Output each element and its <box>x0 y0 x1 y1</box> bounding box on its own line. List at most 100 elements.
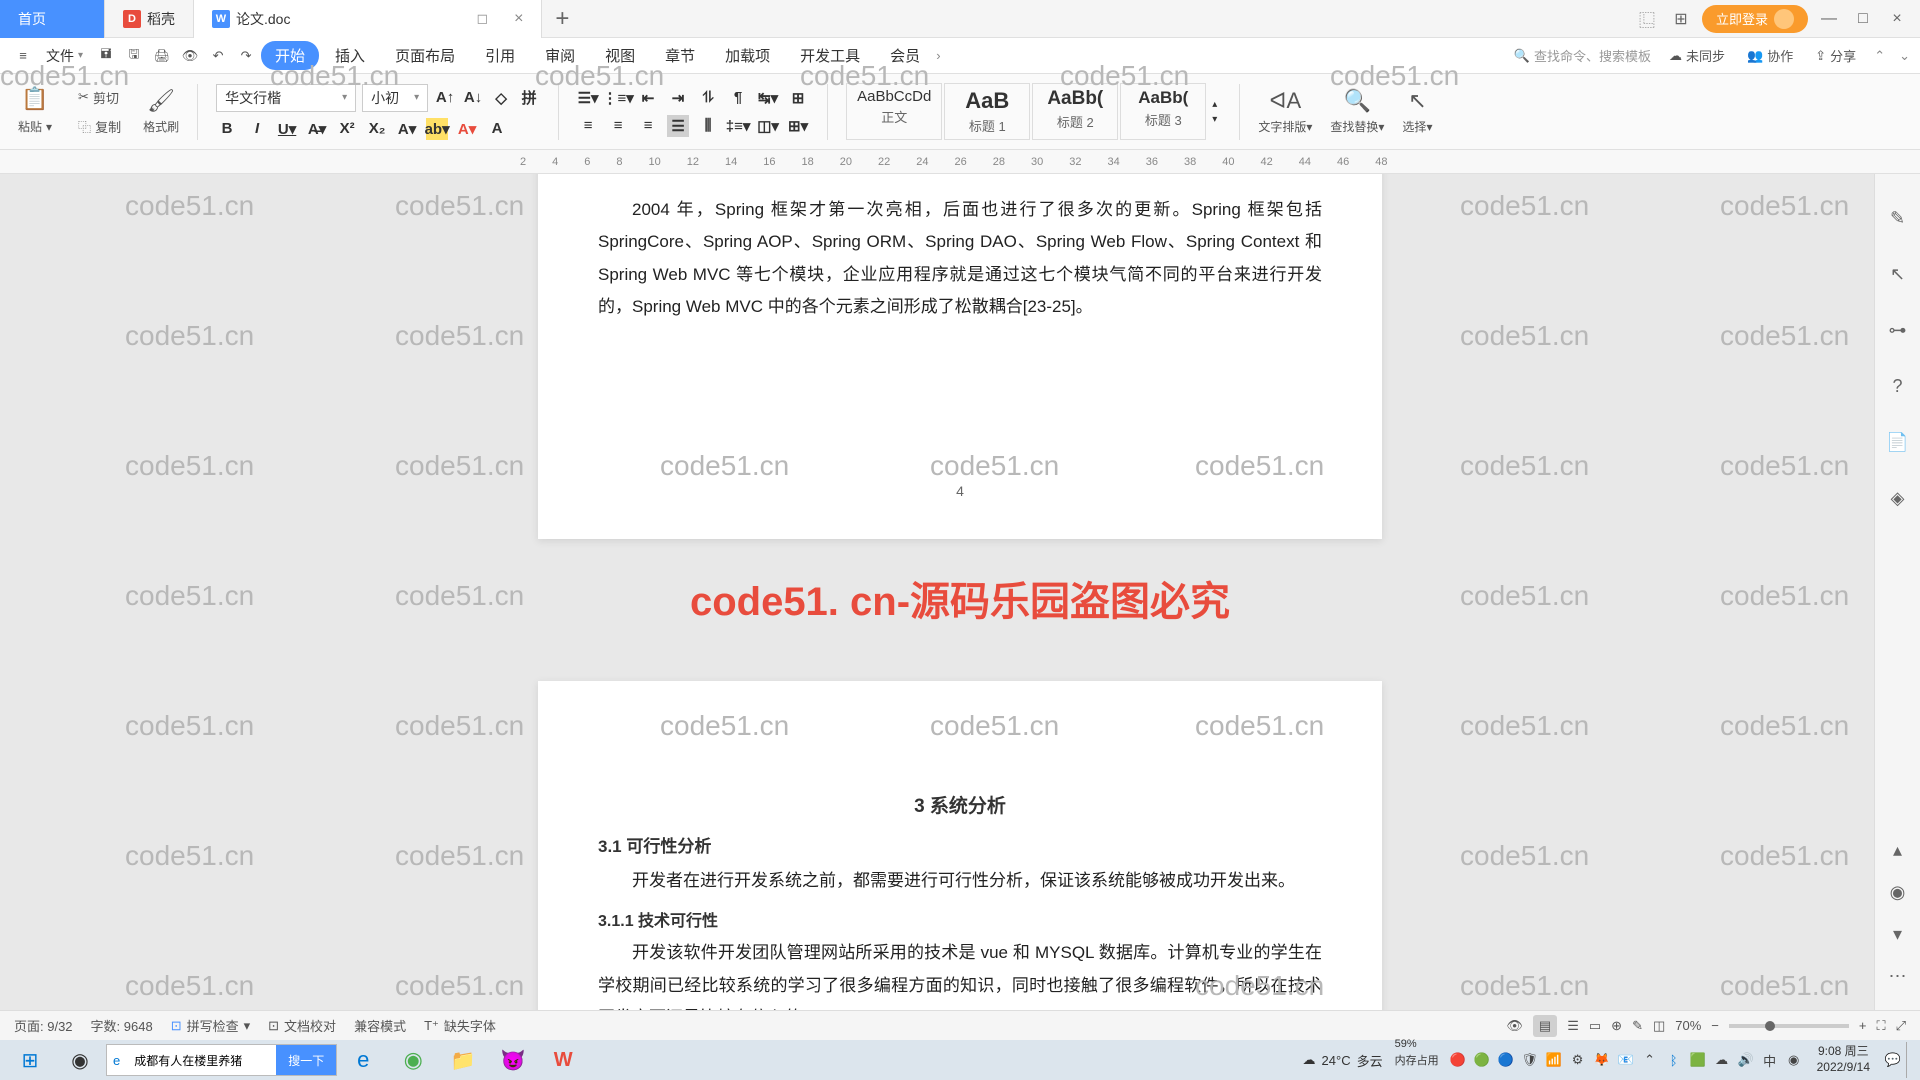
edit-mode-icon[interactable]: ✎ <box>1632 1018 1643 1034</box>
layout-icon[interactable]: ⿺ <box>1634 6 1660 32</box>
tray-icon[interactable]: 🔴 <box>1447 1049 1469 1071</box>
collab-button[interactable]: 👥 协作 <box>1743 44 1797 67</box>
chevron-down-icon[interactable]: ⌄ <box>1899 48 1910 64</box>
tab-window-icon[interactable]: ◻ <box>476 10 488 27</box>
show-desktop[interactable] <box>1906 1042 1914 1078</box>
undo-icon[interactable]: ↶ <box>205 43 231 69</box>
tab-daoke[interactable]: D 稻壳 <box>105 0 194 38</box>
copilot-icon[interactable]: ◉ <box>56 1042 104 1078</box>
tray-icon[interactable]: 🛡 <box>1519 1049 1541 1071</box>
format-painter-group[interactable]: 🖌 格式刷 <box>143 88 179 135</box>
menu-references[interactable]: 引用 <box>471 41 529 70</box>
clear-format-icon[interactable]: ◇ <box>490 87 512 109</box>
italic-button[interactable]: I <box>246 118 268 140</box>
menu-view[interactable]: 视图 <box>591 41 649 70</box>
paste-icon[interactable]: 📋 <box>21 86 48 112</box>
line-spacing-button[interactable]: ‡≡▾ <box>727 115 749 137</box>
menu-insert[interactable]: 插入 <box>321 41 379 70</box>
zoom-slider[interactable] <box>1729 1024 1849 1028</box>
style-normal[interactable]: AaBbCcDd 正文 <box>846 83 942 140</box>
tray-wifi-icon[interactable]: 📶 <box>1543 1049 1565 1071</box>
show-marks-button[interactable]: ¶ <box>727 87 749 109</box>
share-button[interactable]: ⇪ 分享 <box>1811 44 1860 67</box>
highlight-button[interactable]: ab▾ <box>426 118 448 140</box>
start-button[interactable]: ⊞ <box>6 1042 54 1078</box>
style-heading2[interactable]: AaBb( 标题 2 <box>1032 83 1118 140</box>
sort-button[interactable]: ⥮ <box>697 87 719 109</box>
notifications-icon[interactable]: 💬 <box>1882 1049 1904 1071</box>
diamond-icon[interactable]: ◈ <box>1884 484 1912 512</box>
text-layout-group[interactable]: ᐊA 文字排版▾ <box>1258 88 1312 135</box>
char-border-button[interactable]: A <box>486 118 508 140</box>
print-preview-icon[interactable]: 👁 <box>177 43 203 69</box>
menu-file[interactable]: 文件 ▾ <box>38 46 91 66</box>
zoom-in-button[interactable]: + <box>1859 1018 1867 1033</box>
underline-button[interactable]: U▾ <box>276 118 298 140</box>
superscript-button[interactable]: X² <box>336 118 358 140</box>
redo-icon[interactable]: ↷ <box>233 43 259 69</box>
search-command[interactable]: 🔍 查找命令、搜索模板 <box>1514 46 1651 65</box>
zoom-out-button[interactable]: − <box>1711 1018 1719 1033</box>
search-button[interactable]: 搜一下 <box>276 1045 336 1075</box>
align-left-button[interactable]: ≡ <box>577 115 599 137</box>
more-icon[interactable]: ⋯ <box>1884 962 1912 990</box>
zoom-level[interactable]: 70% <box>1675 1018 1701 1033</box>
bullets-button[interactable]: ☰▾ <box>577 87 599 109</box>
align-justify-button[interactable]: ☰ <box>667 115 689 137</box>
app-unknown[interactable]: 😈 <box>489 1042 537 1078</box>
compat-mode[interactable]: 兼容模式 <box>354 1016 406 1035</box>
word-count[interactable]: 字数: 9648 <box>91 1016 153 1035</box>
font-selector[interactable]: 华文行楷▾ <box>216 84 356 112</box>
document-page[interactable]: 2004 年，Spring 框架才第一次亮相，后面也进行了很多次的更新。Spri… <box>538 174 1382 539</box>
text-effect-button[interactable]: A▾ <box>396 118 418 140</box>
app-360[interactable]: ◉ <box>389 1042 437 1078</box>
app-explorer[interactable]: 📁 <box>439 1042 487 1078</box>
distribute-button[interactable]: ⫼ <box>697 115 719 137</box>
page-indicator[interactable]: 页面: 9/32 <box>14 1016 73 1035</box>
fullscreen-icon[interactable]: ⛶ <box>1876 1018 1885 1034</box>
menu-start[interactable]: 开始 <box>261 41 319 70</box>
minimize-icon[interactable]: — <box>1816 6 1842 32</box>
tray-expand-icon[interactable]: ⌃ <box>1639 1049 1661 1071</box>
view-outline-icon[interactable]: ☰ <box>1567 1018 1579 1034</box>
increase-font-icon[interactable]: A↑ <box>434 87 456 109</box>
tray-icon[interactable]: 🟢 <box>1471 1049 1493 1071</box>
tray-icon[interactable]: 🦊 <box>1591 1049 1613 1071</box>
ruler[interactable]: 2468101214161820222426283032343638404244… <box>0 150 1920 174</box>
document-page[interactable]: 3 系统分析 3.1 可行性分析 开发者在进行开发系统之前，都需要进行可行性分析… <box>538 681 1382 1010</box>
new-tab-button[interactable]: + <box>542 5 582 33</box>
shading-button[interactable]: ◫▾ <box>757 115 779 137</box>
view-reading-icon[interactable]: ⊕ <box>1611 1018 1622 1034</box>
doc-compare[interactable]: ⊡文档校对 <box>268 1016 336 1035</box>
menu-dev-tools[interactable]: 开发工具 <box>786 41 874 70</box>
sync-button[interactable]: ☁ 未同步 <box>1665 44 1729 67</box>
eye-icon[interactable]: 👁 <box>1506 1018 1523 1034</box>
cut-button[interactable]: ✂剪切 <box>74 86 125 109</box>
app-ie[interactable]: e <box>339 1042 387 1078</box>
tab-home[interactable]: 首页 <box>0 0 105 38</box>
expand-icon[interactable]: ⤢ <box>1896 1018 1906 1034</box>
increase-indent-button[interactable]: ⇥ <box>667 87 689 109</box>
zoom-fit-icon[interactable]: ◫ <box>1653 1018 1665 1034</box>
login-button[interactable]: 立即登录 <box>1702 5 1808 33</box>
decrease-indent-button[interactable]: ⇤ <box>637 87 659 109</box>
align-right-button[interactable]: ≡ <box>637 115 659 137</box>
tab-button[interactable]: ↹▾ <box>757 87 779 109</box>
tray-ime-icon[interactable]: 中 <box>1759 1049 1781 1071</box>
bold-button[interactable]: B <box>216 118 238 140</box>
menu-member[interactable]: 会员 <box>876 41 934 70</box>
format-icon[interactable]: 📄 <box>1884 428 1912 456</box>
print-icon[interactable]: 🖨 <box>149 43 175 69</box>
spell-check[interactable]: ⊡拼写检查▾ <box>171 1016 250 1035</box>
chevron-up-icon[interactable]: ⌃ <box>1874 48 1885 64</box>
missing-font[interactable]: T⁺缺失字体 <box>424 1016 496 1035</box>
menu-addins[interactable]: 加载项 <box>711 41 784 70</box>
tray-onedrive-icon[interactable]: ☁ <box>1711 1049 1733 1071</box>
tray-icon[interactable]: 🟩 <box>1687 1049 1709 1071</box>
save-as-icon[interactable]: 🖫 <box>121 43 147 69</box>
app-wps[interactable]: W <box>539 1042 587 1078</box>
font-color-button[interactable]: A▾ <box>456 118 478 140</box>
align-center-button[interactable]: ≡ <box>607 115 629 137</box>
menu-chapter[interactable]: 章节 <box>651 41 709 70</box>
sliders-icon[interactable]: ⊶ <box>1884 316 1912 344</box>
